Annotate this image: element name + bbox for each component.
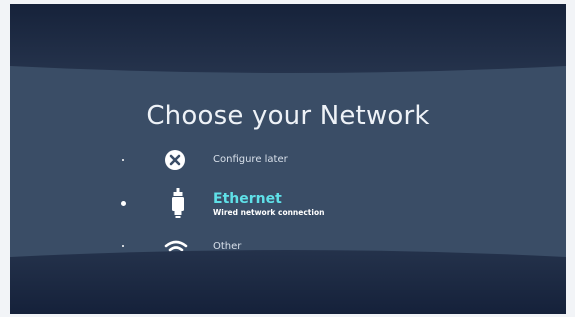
screen-shade-overlay	[10, 4, 566, 314]
network-setup-screen: Choose your Network Configure later Ethe…	[10, 4, 566, 314]
